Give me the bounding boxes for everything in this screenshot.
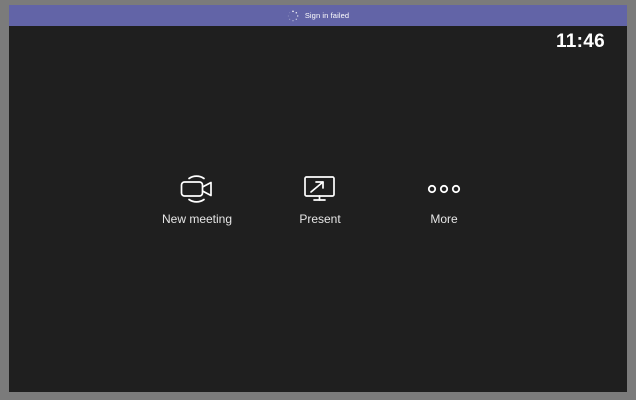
status-message: Sign in failed xyxy=(304,11,350,20)
more-label: More xyxy=(430,212,458,226)
clock: 11:46 xyxy=(555,31,605,52)
new-meeting-button[interactable]: New meeting xyxy=(142,172,252,226)
video-camera-icon xyxy=(179,172,215,206)
more-button[interactable]: More xyxy=(389,172,499,226)
device-bezel: Sign in failed 11:46 New meeting Present… xyxy=(0,0,636,400)
present-button[interactable]: Present xyxy=(265,172,375,226)
present-label: Present xyxy=(299,212,341,226)
device-screen: Sign in failed 11:46 New meeting Present… xyxy=(9,5,627,392)
screen-share-icon xyxy=(302,172,338,206)
status-banner: Sign in failed xyxy=(9,5,627,26)
new-meeting-label: New meeting xyxy=(161,212,233,226)
status-banner-content: Sign in failed xyxy=(287,5,349,26)
more-dots-icon xyxy=(426,172,462,206)
spinner-icon xyxy=(287,10,299,21)
